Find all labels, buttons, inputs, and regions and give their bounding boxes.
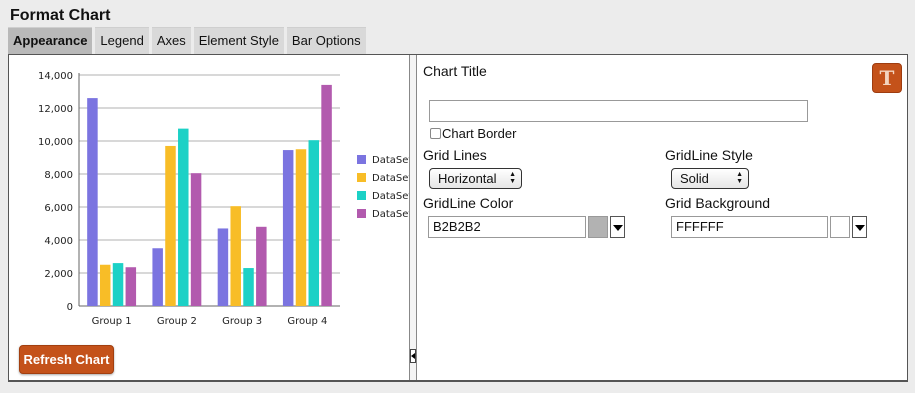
grid-lines-select[interactable]: Horizontal ▲ ▼: [429, 168, 522, 189]
bar: [321, 84, 332, 307]
chart-preview: 0 2,000 4,000 6,000 8,000 10,000 12,000 14,000 G…: [38, 71, 409, 327]
bar: [308, 140, 320, 306]
y-tick-label: 6,000: [44, 203, 73, 214]
bar: [125, 267, 137, 306]
x-tick-label: Group 1: [92, 316, 132, 327]
x-tick-label: Group 3: [222, 316, 262, 327]
legend-swatch: [357, 173, 366, 182]
bar: [112, 263, 124, 306]
bar: [256, 226, 267, 306]
bar: [165, 145, 176, 306]
chart-title-label: Chart Title: [423, 63, 487, 79]
pane-splitter[interactable]: [409, 55, 417, 380]
text-format-icon[interactable]: T: [872, 63, 902, 93]
gridline-color-input[interactable]: B2B2B2: [428, 216, 586, 238]
bar: [87, 98, 98, 306]
x-tick-label: Group 2: [157, 316, 197, 327]
tab-appearance[interactable]: Appearance: [8, 27, 93, 54]
bar: [99, 264, 111, 306]
grid-lines-label: Grid Lines: [423, 147, 487, 163]
format-panel: 0 2,000 4,000 6,000 8,000 10,000 12,000 14,000 G…: [8, 54, 908, 382]
legend-label: DataSet: [372, 191, 409, 202]
chart-border-checkbox[interactable]: [430, 128, 441, 139]
legend-label: DataSet: [372, 209, 409, 220]
gridline-style-value: Solid: [680, 171, 709, 186]
tab-bar: Appearance Legend Axes Element Style Bar…: [8, 27, 369, 54]
bar: [190, 173, 202, 306]
legend-swatch: [357, 155, 366, 164]
tab-legend[interactable]: Legend: [95, 27, 149, 54]
bar: [230, 206, 241, 306]
gridline-color-label: GridLine Color: [423, 195, 514, 211]
bar: [243, 268, 254, 306]
chart-border-label: Chart Border: [442, 126, 517, 141]
bar: [295, 149, 307, 306]
appearance-settings-pane: Chart Title T Chart Border Grid Lines Ho…: [418, 55, 907, 380]
bar: [178, 128, 189, 306]
bar: [217, 228, 229, 306]
tab-bar-options[interactable]: Bar Options: [286, 27, 366, 54]
y-tick-label: 4,000: [44, 236, 73, 247]
y-tick-label: 2,000: [44, 269, 73, 280]
collapse-arrow-icon[interactable]: [410, 349, 416, 363]
y-tick-label: 10,000: [38, 137, 73, 148]
y-tick-label: 8,000: [44, 170, 73, 181]
window-title: Format Chart: [10, 7, 111, 24]
legend-swatch: [357, 191, 366, 200]
tab-axes[interactable]: Axes: [151, 27, 191, 54]
y-tick-label: 14,000: [38, 71, 73, 82]
grid-background-swatch[interactable]: [830, 216, 850, 238]
tab-element-style[interactable]: Element Style: [193, 27, 284, 54]
grid-lines-value: Horizontal: [438, 171, 497, 186]
legend-label: DataSet: [372, 173, 409, 184]
y-tick-label: 12,000: [38, 104, 73, 115]
grid-background-dropdown-icon[interactable]: [852, 216, 867, 238]
gridline-color-swatch[interactable]: [588, 216, 608, 238]
grid-background-label: Grid Background: [665, 195, 771, 211]
gridline-style-label: GridLine Style: [665, 147, 753, 163]
gridline-color-dropdown-icon[interactable]: [610, 216, 625, 238]
refresh-chart-button[interactable]: Refresh Chart: [19, 345, 114, 374]
select-arrows-icon: ▲ ▼: [509, 171, 516, 185]
select-arrows-icon: ▲ ▼: [736, 171, 743, 185]
legend-swatch: [357, 209, 366, 218]
chart-title-input[interactable]: [429, 100, 808, 122]
legend-label: DataSet: [372, 155, 409, 166]
bar: [152, 248, 163, 306]
chart-preview-pane: 0 2,000 4,000 6,000 8,000 10,000 12,000 14,000 G…: [9, 55, 409, 380]
y-tick-label: 0: [67, 302, 73, 313]
x-tick-label: Group 4: [287, 316, 327, 327]
bar: [282, 150, 294, 306]
grid-background-input[interactable]: FFFFFF: [671, 216, 828, 238]
gridline-style-select[interactable]: Solid ▲ ▼: [671, 168, 749, 189]
